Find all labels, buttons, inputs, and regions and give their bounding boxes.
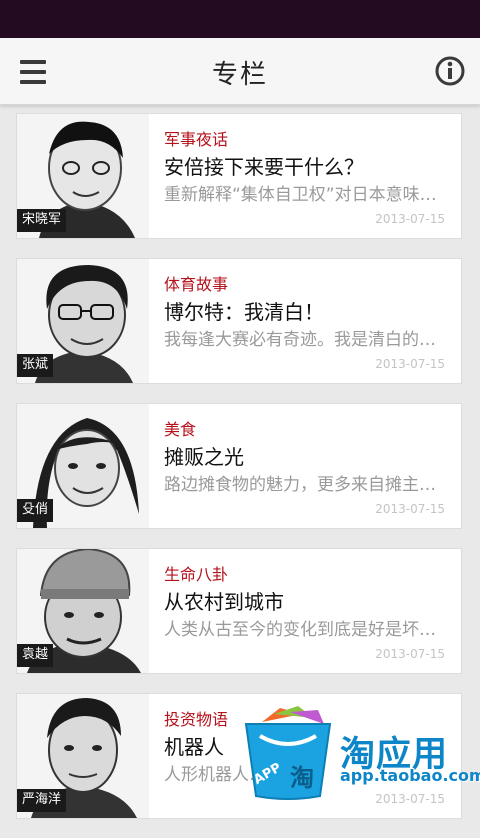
- author-name-tag: 袁越: [17, 644, 54, 667]
- column-card[interactable]: 袁越 生命八卦 从农村到城市 人类从古至今的变化到底是好是坏… 2013-07-…: [16, 548, 462, 674]
- author-name-tag: 张斌: [17, 354, 54, 377]
- article-summary: 路边摊食物的魅力，更多来自摊主…: [164, 475, 436, 495]
- article-summary: 我每逢大赛必有奇迹。我是清白的…: [164, 330, 436, 350]
- article-summary: 重新解释“集体自卫权”对日本意味…: [164, 185, 437, 205]
- app-bar: 专栏: [0, 38, 480, 105]
- column-category: 美食: [164, 420, 197, 439]
- column-category: 军事夜话: [164, 130, 229, 149]
- column-category: 体育故事: [164, 275, 229, 294]
- svg-text:淘: 淘: [290, 764, 314, 792]
- article-date: 2013-07-15: [375, 647, 445, 661]
- column-card[interactable]: 殳俏 美食 摊贩之光 路边摊食物的魅力，更多来自摊主… 2013-07-15: [16, 403, 462, 529]
- author-name-tag: 宋晓军: [17, 209, 67, 232]
- article-date: 2013-07-15: [375, 357, 445, 371]
- article-headline: 摊贩之光: [164, 445, 244, 469]
- article-headline: 安倍接下来要干什么？: [164, 155, 364, 179]
- taobao-shopping-bag-icon: APP 淘: [244, 706, 332, 800]
- author-name-tag: 殳俏: [17, 499, 54, 522]
- author-name-tag: 严海洋: [17, 789, 67, 812]
- article-headline: 机器人: [164, 735, 224, 759]
- status-bar: [0, 0, 480, 38]
- article-headline: 从农村到城市: [164, 590, 284, 614]
- column-category: 投资物语: [164, 710, 229, 729]
- info-button[interactable]: [434, 55, 466, 87]
- article-date: 2013-07-15: [375, 212, 445, 226]
- article-date: 2013-07-15: [375, 502, 445, 516]
- promo-url: app.taobao.com: [340, 766, 480, 785]
- article-summary: 人类从古至今的变化到底是好是坏…: [164, 620, 436, 640]
- taobao-app-promo-overlay[interactable]: APP 淘 淘应用 app.taobao.com: [240, 700, 480, 800]
- info-circle-icon: [435, 56, 465, 86]
- column-card[interactable]: 张斌 体育故事 博尔特：我清白！ 我每逢大赛必有奇迹。我是清白的… 2013-0…: [16, 258, 462, 384]
- article-headline: 博尔特：我清白！: [164, 300, 324, 324]
- column-category: 生命八卦: [164, 565, 229, 584]
- column-card[interactable]: 宋晓军 军事夜话 安倍接下来要干什么？ 重新解释“集体自卫权”对日本意味… 20…: [16, 113, 462, 239]
- page-title: 专栏: [211, 60, 268, 90]
